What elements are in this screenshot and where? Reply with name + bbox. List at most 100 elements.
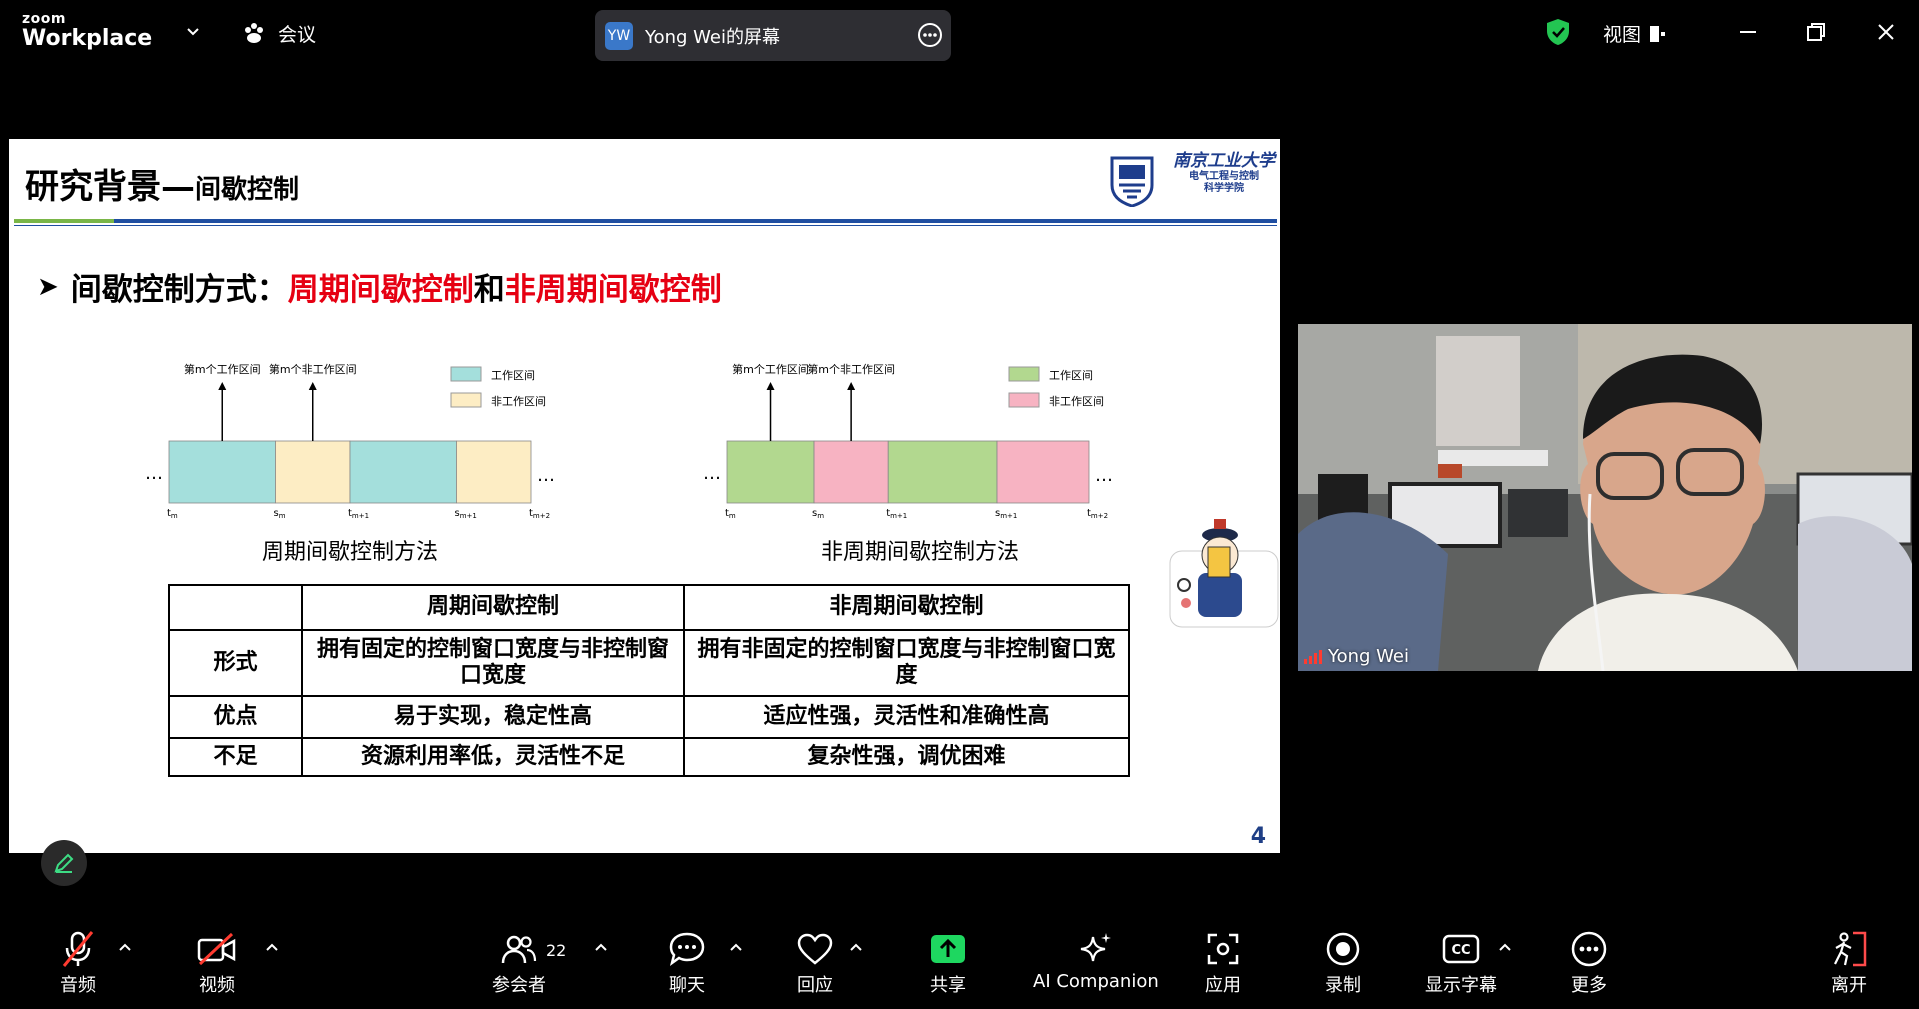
participants-label: 参会者 xyxy=(492,975,546,996)
participants-options-caret-icon[interactable] xyxy=(594,942,608,952)
audio-options-caret-icon[interactable] xyxy=(118,942,132,952)
diagram-segment xyxy=(887,440,998,504)
meeting-toolbar: 音频 视频 参会者 22 聊天 回应 共享 AI Companion 应用 录制… xyxy=(0,919,1919,1009)
screen-share-banner[interactable]: YW Yong Wei的屏幕 xyxy=(595,10,951,61)
brand-top: zoom xyxy=(22,11,66,27)
legend-swatch-rest xyxy=(1008,392,1040,408)
diagram-arrowhead xyxy=(218,382,227,390)
minimize-icon[interactable] xyxy=(1736,20,1760,44)
restore-window-icon[interactable] xyxy=(1804,20,1828,44)
table-header-cell: 非周期间歇控制 xyxy=(683,584,1130,631)
table-header-cell xyxy=(168,584,303,631)
apps-button[interactable]: 应用 xyxy=(1201,929,1245,997)
participant-video-tile[interactable]: Yong Wei xyxy=(1298,324,1912,671)
apps-icon xyxy=(1201,929,1245,969)
record-icon xyxy=(1321,929,1365,969)
university-emblem-icon xyxy=(1110,156,1154,207)
diagram-tick-label: tm xyxy=(725,508,736,520)
svg-text:CC: CC xyxy=(1451,943,1470,958)
bullet-aperiodic: 非周期间歇控制 xyxy=(504,272,722,308)
diagram-tick-label: tm+2 xyxy=(1087,508,1108,520)
meeting-menu-label: 会议 xyxy=(278,24,317,46)
diagram-arrow-label: 第m个工作区间 xyxy=(732,362,809,376)
legend-label-work: 工作区间 xyxy=(491,369,535,382)
table-header-row: 周期间歇控制 非周期间歇控制 xyxy=(168,584,1130,631)
table-row-label: 不足 xyxy=(168,737,303,777)
table-row: 不足 资源利用率低，灵活性不足 复杂性强，调优困难 xyxy=(168,737,1130,777)
diagram-tick-label: sm xyxy=(273,508,285,520)
table-cell: 拥有非固定的控制窗口宽度与非控制窗口宽度 xyxy=(683,629,1130,697)
share-button[interactable]: 共享 xyxy=(926,929,970,997)
apps-label: 应用 xyxy=(1205,975,1241,996)
diagram-arrow-label: 第m个非工作区间 xyxy=(269,362,357,376)
more-label: 更多 xyxy=(1571,975,1607,996)
legend-label-rest: 非工作区间 xyxy=(1049,395,1104,408)
diagram-segment xyxy=(456,440,532,504)
chat-options-caret-icon[interactable] xyxy=(729,942,743,952)
more-icon xyxy=(1567,929,1611,969)
reactions-button[interactable]: 回应 xyxy=(793,929,837,997)
diagram-tick-label: tm+1 xyxy=(348,508,369,520)
paw-icon xyxy=(245,22,263,43)
legend-label-rest: 非工作区间 xyxy=(491,395,546,408)
captions-label: 显示字幕 xyxy=(1425,975,1497,996)
slide-bullet: ➤ 间歇控制方式： 周期间歇控制 和 非周期间歇控制 xyxy=(37,264,722,309)
sparkle-icon xyxy=(1074,929,1118,969)
screen-share-label: Yong Wei的屏幕 xyxy=(645,26,780,48)
video-options-caret-icon[interactable] xyxy=(265,942,279,952)
periodic-diagram-caption: 周期间歇控制方法 xyxy=(262,540,439,565)
participants-count: 22 xyxy=(546,941,567,960)
more-button[interactable]: 更多 xyxy=(1567,929,1611,997)
table-cell: 适应性强，灵活性和准确性高 xyxy=(683,695,1130,739)
diagram-arrow-label: 第m个非工作区间 xyxy=(807,362,895,376)
legend-swatch-work xyxy=(450,366,482,382)
chat-icon xyxy=(665,929,709,969)
chat-label: 聊天 xyxy=(669,975,705,996)
diagram-segment xyxy=(168,440,276,504)
diagram-ellipsis-left: … xyxy=(145,463,163,484)
title-rule-green xyxy=(14,219,114,223)
table-row: 优点 易于实现，稳定性高 适应性强，灵活性和准确性高 xyxy=(168,695,1130,739)
diagram-tick-label: sm+1 xyxy=(995,508,1017,520)
participant-name: Yong Wei xyxy=(1328,646,1409,667)
diagram-segment xyxy=(996,440,1090,504)
view-button[interactable]: 视图 xyxy=(1603,20,1667,47)
diagram-tick-label: sm xyxy=(812,508,824,520)
audio-button[interactable]: 音频 xyxy=(56,929,100,997)
table-row-label: 形式 xyxy=(168,629,303,697)
legend-label-work: 工作区间 xyxy=(1049,369,1093,382)
diagram-segment xyxy=(349,440,457,504)
camera-off-icon xyxy=(195,929,239,969)
captions-options-caret-icon[interactable] xyxy=(1498,942,1512,952)
more-options-icon[interactable] xyxy=(917,22,943,48)
view-layout-icon xyxy=(1650,25,1666,42)
chevron-down-icon[interactable] xyxy=(183,22,203,42)
record-button[interactable]: 录制 xyxy=(1321,929,1365,997)
audio-label: 音频 xyxy=(60,975,96,996)
share-screen-icon xyxy=(926,929,970,969)
close-icon[interactable] xyxy=(1874,20,1898,44)
annotate-button[interactable] xyxy=(41,840,87,886)
meeting-menu-button[interactable]: 会议 xyxy=(242,20,316,47)
logo-line-3: 科学学院 xyxy=(1204,183,1244,195)
security-shield-icon[interactable] xyxy=(1545,18,1571,46)
participants-button[interactable]: 参会者 xyxy=(492,929,546,997)
ai-companion-button[interactable]: AI Companion xyxy=(1033,929,1159,992)
legend-swatch-rest xyxy=(450,392,482,408)
reactions-options-caret-icon[interactable] xyxy=(849,942,863,952)
diagram-tick-label: tm+2 xyxy=(529,508,550,520)
participants-icon xyxy=(497,929,541,969)
zoom-brand: zoom Workplace xyxy=(22,12,152,50)
captions-button[interactable]: CC 显示字幕 xyxy=(1425,929,1497,997)
leave-door-icon xyxy=(1827,929,1871,969)
diagram-segment xyxy=(813,440,889,504)
mascot-sticker-icon xyxy=(1169,519,1279,628)
slide-title-sub: 间歇控制 xyxy=(195,175,300,205)
diagram-ellipsis-right: … xyxy=(537,465,555,486)
chat-button[interactable]: 聊天 xyxy=(665,929,709,997)
participant-video-feed xyxy=(1298,324,1912,671)
diagram-tick-label: sm+1 xyxy=(454,508,476,520)
video-button[interactable]: 视频 xyxy=(195,929,239,997)
leave-button[interactable]: 离开 xyxy=(1827,929,1871,997)
top-bar: zoom Workplace 会议 YW Yong Wei的屏幕 视图 xyxy=(0,0,1919,68)
